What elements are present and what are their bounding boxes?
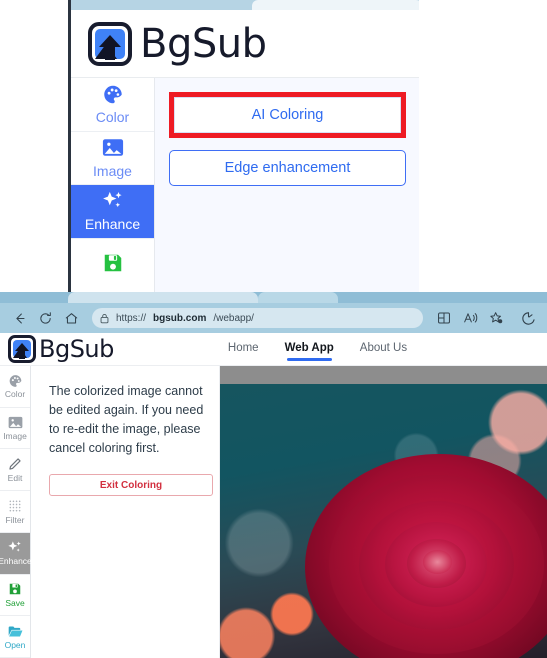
palette-icon xyxy=(101,83,125,105)
canvas-toolbar xyxy=(220,366,547,384)
tool-filter[interactable]: Filter xyxy=(0,491,30,533)
browser-tabstrip xyxy=(0,292,547,303)
floppy-disk-icon xyxy=(101,252,125,274)
webpage-content: BgSub Home Web App About Us Color Image … xyxy=(0,333,547,658)
picture-icon xyxy=(7,415,23,430)
picture-icon xyxy=(101,137,125,159)
zoomed-app-body: Color Image Enhance AI Coloring Edge enh… xyxy=(71,78,419,292)
pencil-icon xyxy=(7,457,23,472)
rail-item-color[interactable]: Color xyxy=(71,78,154,132)
nav-link-about-us[interactable]: About Us xyxy=(360,342,407,356)
brand-name: BgSub xyxy=(140,20,267,67)
zoomed-browser-tabstrip xyxy=(71,0,419,10)
lock-icon xyxy=(100,313,109,324)
browser-essentials-icon[interactable] xyxy=(515,305,541,331)
edge-enhancement-button[interactable]: Edge enhancement xyxy=(169,150,406,186)
palette-icon xyxy=(7,373,23,388)
bgsub-logo-icon xyxy=(88,21,132,66)
nav-link-home[interactable]: Home xyxy=(228,342,259,356)
editor-tool-rail: Color Image Edit Filter Enhance Save Ope… xyxy=(0,366,32,658)
address-bar[interactable]: https:// bgsub.com/webapp/ xyxy=(92,308,423,328)
tool-label: Color xyxy=(4,389,26,400)
url-domain: bgsub.com xyxy=(153,312,207,324)
tool-label: Image xyxy=(3,431,27,442)
rose-flower xyxy=(305,444,547,658)
url-path: /webapp/ xyxy=(213,312,254,324)
folder-open-icon xyxy=(7,624,23,639)
sparkle-icon xyxy=(7,540,23,555)
tool-label: Edit xyxy=(7,472,23,483)
site-nav: Home Web App About Us xyxy=(228,342,407,361)
browser-tab[interactable] xyxy=(258,292,338,303)
zoomed-enhance-panel: AI Coloring Edge enhancement xyxy=(155,78,419,292)
tool-open[interactable]: Open xyxy=(0,616,30,658)
rail-item-label: Image xyxy=(93,162,132,179)
browser-tab-active[interactable] xyxy=(252,0,419,10)
coloring-notice-text: The colorized image cannot be edited aga… xyxy=(49,384,204,455)
tool-image[interactable]: Image xyxy=(0,408,30,450)
rail-item-label: Enhance xyxy=(84,216,141,233)
exit-coloring-button[interactable]: Exit Coloring xyxy=(49,474,213,496)
site-header: BgSub Home Web App About Us xyxy=(0,333,547,366)
sparkle-icon xyxy=(101,190,125,212)
screenshot-root: BgSub Color Image Enhance AI Coloring Ed… xyxy=(0,0,547,658)
favorites-star-icon[interactable] xyxy=(483,305,509,331)
zoomed-site-header: BgSub xyxy=(71,10,419,78)
site-brand-name: BgSub xyxy=(39,335,114,363)
home-icon[interactable] xyxy=(58,305,84,331)
rose-photo[interactable] xyxy=(220,384,547,658)
browser-tab[interactable] xyxy=(68,292,258,303)
tool-color[interactable]: Color xyxy=(0,366,30,408)
ai-coloring-highlight-box: AI Coloring xyxy=(169,92,406,138)
nav-link-web-app[interactable]: Web App xyxy=(285,342,334,361)
tool-label: Filter xyxy=(5,514,25,525)
tool-enhance[interactable]: Enhance xyxy=(0,532,32,575)
bgsub-logo-icon xyxy=(8,335,36,363)
floppy-disk-icon xyxy=(7,582,23,597)
arrow-left-icon[interactable] xyxy=(6,305,32,331)
split-screen-icon[interactable] xyxy=(431,305,457,331)
rail-item-image[interactable]: Image xyxy=(71,132,154,186)
editor-body: Color Image Edit Filter Enhance Save Ope… xyxy=(0,366,547,658)
tool-label: Enhance xyxy=(0,556,32,567)
image-canvas xyxy=(220,366,547,658)
tool-label: Save xyxy=(5,597,25,608)
zoomed-tool-rail: Color Image Enhance xyxy=(71,78,155,292)
read-aloud-icon[interactable] xyxy=(457,305,483,331)
zoomed-app-panel: BgSub Color Image Enhance AI Coloring Ed… xyxy=(68,0,419,292)
coloring-notice-panel: The colorized image cannot be edited aga… xyxy=(31,366,220,658)
rail-item-label: Color xyxy=(95,109,130,126)
tool-save[interactable]: Save xyxy=(0,575,30,617)
browser-toolbar: https:// bgsub.com/webapp/ xyxy=(0,303,547,333)
rail-item-save[interactable] xyxy=(71,239,154,292)
reload-icon[interactable] xyxy=(32,305,58,331)
grid-dots-icon xyxy=(7,499,23,514)
tool-label: Open xyxy=(4,639,26,650)
rail-item-enhance[interactable]: Enhance xyxy=(71,185,154,239)
ai-coloring-button[interactable]: AI Coloring xyxy=(174,97,401,133)
url-scheme: https:// xyxy=(116,312,147,324)
browser-window: https:// bgsub.com/webapp/ BgSub Home Web… xyxy=(0,292,547,658)
tool-edit[interactable]: Edit xyxy=(0,449,30,492)
